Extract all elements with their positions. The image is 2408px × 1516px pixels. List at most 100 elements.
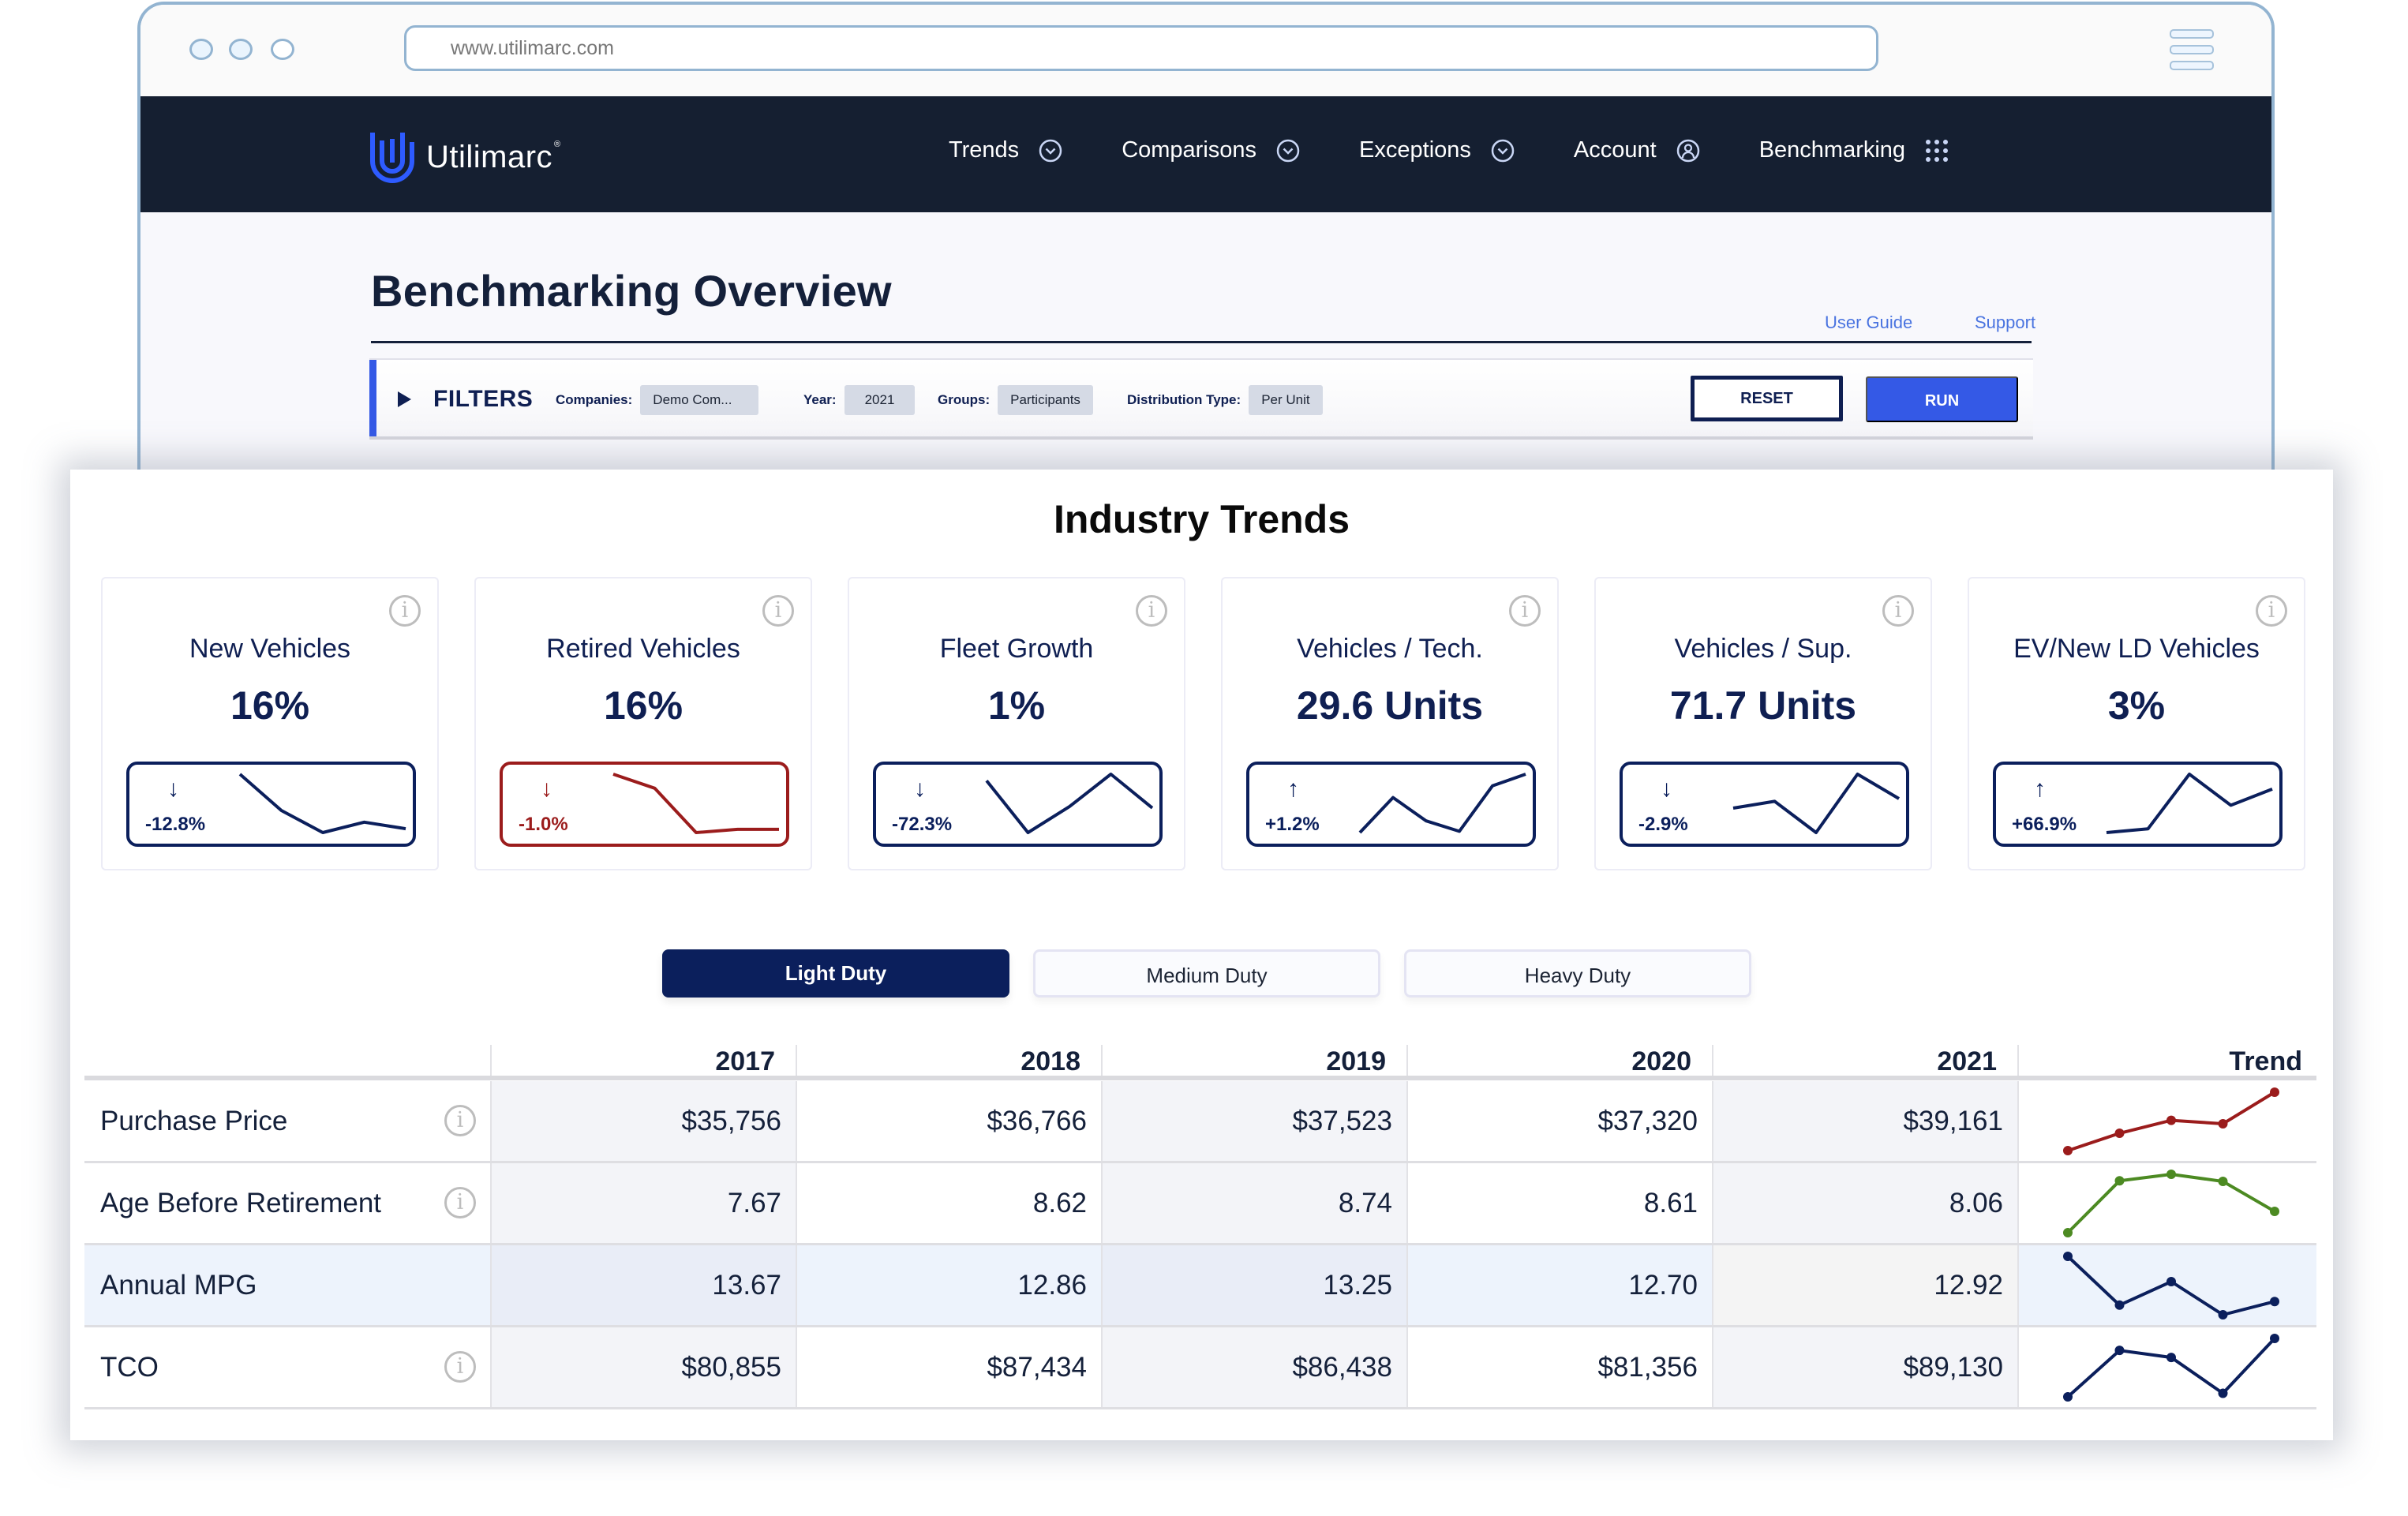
filters-label: FILTERS bbox=[433, 386, 534, 412]
trend-point-2018 bbox=[2114, 1300, 2125, 1310]
column-header[interactable]: 2018 bbox=[1020, 1046, 1080, 1077]
industry-trends-panel: Industry Trends i New Vehicles 16% ↓ -12… bbox=[70, 470, 2333, 1440]
kpi-card-value: 1% bbox=[987, 683, 1046, 728]
table-cell-2017: 7.67 bbox=[490, 1163, 796, 1243]
trend-point-2021 bbox=[2270, 1297, 2279, 1307]
column-header[interactable]: 2017 bbox=[715, 1046, 775, 1077]
column-header[interactable]: Trend bbox=[2229, 1046, 2302, 1077]
filter-year: Year: 2021 bbox=[803, 385, 916, 415]
trend-cell bbox=[2017, 1245, 2323, 1325]
info-icon[interactable]: i bbox=[444, 1351, 476, 1383]
nav-item-comparisons[interactable]: Comparisons bbox=[1122, 137, 1301, 163]
support-link[interactable]: Support bbox=[1975, 313, 2035, 333]
kpi-sparkline-path bbox=[238, 773, 406, 834]
grid-dots-icon bbox=[1926, 139, 1949, 162]
duty-tab-heavy-duty[interactable]: Heavy Duty bbox=[1404, 949, 1751, 998]
table-row[interactable]: TCO i $80,855 $87,434 $86,438 $81,356 $89,130 bbox=[84, 1327, 2316, 1409]
column-divider bbox=[2017, 1045, 2019, 1080]
filter-distribution-type: Distribution Type: Per Unit bbox=[1127, 385, 1323, 415]
table-cell-2018: 12.86 bbox=[796, 1245, 1101, 1325]
table-cell-2018: 8.62 bbox=[796, 1163, 1101, 1243]
arrow-up-icon: ↑ bbox=[1287, 776, 1299, 802]
trend-point-2017 bbox=[2063, 1228, 2073, 1237]
table-cell-2020: $37,320 bbox=[1406, 1081, 1712, 1161]
kpi-card-value: 29.6 Units bbox=[1296, 683, 1484, 728]
kpi-card-title: Vehicles / Sup. bbox=[1674, 634, 1852, 664]
table-cell-2020: 8.61 bbox=[1406, 1163, 1712, 1243]
column-divider bbox=[490, 1045, 492, 1080]
chevron-circle-down-icon bbox=[1491, 139, 1515, 162]
info-icon[interactable]: i bbox=[1136, 595, 1167, 627]
user-guide-link[interactable]: User Guide bbox=[1825, 313, 1912, 333]
kpi-delta: -12.8% bbox=[145, 814, 206, 835]
column-header[interactable]: 2021 bbox=[1937, 1046, 1997, 1077]
arrow-down-icon: ↓ bbox=[541, 776, 552, 802]
trend-point-2020 bbox=[2218, 1176, 2228, 1186]
year-chip[interactable]: 2021 bbox=[844, 385, 916, 415]
kpi-trend-box: ↑ +66.9% bbox=[1993, 762, 2283, 847]
duty-tab-light-duty[interactable]: Light Duty bbox=[662, 949, 1009, 998]
chevron-circle-down-icon bbox=[1039, 139, 1062, 162]
trend-cell bbox=[2017, 1327, 2323, 1407]
groups-chip[interactable]: Participants bbox=[998, 385, 1093, 415]
table-row[interactable]: Annual MPG 13.67 12.86 13.25 12.70 12.92 bbox=[84, 1245, 2316, 1327]
table-cell-2017: $35,756 bbox=[490, 1081, 796, 1161]
column-divider bbox=[1712, 1045, 1713, 1080]
info-icon[interactable]: i bbox=[1882, 595, 1914, 627]
brand-logo[interactable]: Utilimarc ® bbox=[369, 131, 560, 183]
table-row[interactable]: Purchase Price i $35,756 $36,766 $37,523 $37,… bbox=[84, 1081, 2316, 1163]
row-label-cell: Age Before Retirement i bbox=[84, 1163, 490, 1243]
nav-item-trends[interactable]: Trends bbox=[949, 137, 1063, 163]
filter-bar-accent bbox=[369, 360, 376, 436]
filter-label: Year: bbox=[803, 392, 837, 407]
filters-toggle[interactable]: FILTERS bbox=[398, 386, 533, 413]
browser-menu-icon[interactable] bbox=[2170, 29, 2214, 77]
filter-groups: Groups: Participants bbox=[938, 385, 1093, 415]
row-trend-sparkline bbox=[2063, 1170, 2279, 1237]
kpi-sparkline bbox=[1732, 773, 1901, 834]
trend-point-2018 bbox=[2114, 1346, 2125, 1356]
kpi-card: i Vehicles / Sup. 71.7 Units ↓ -2.9% bbox=[1594, 577, 1932, 870]
row-label: Age Before Retirement bbox=[100, 1188, 382, 1218]
row-label-cell: Purchase Price i bbox=[84, 1081, 490, 1161]
expand-triangle-icon bbox=[398, 391, 411, 407]
table-cell-2021: 8.06 bbox=[1712, 1163, 2017, 1243]
nav-item-benchmarking[interactable]: Benchmarking bbox=[1759, 137, 1949, 163]
info-icon[interactable]: i bbox=[389, 595, 421, 627]
distribution-chip[interactable]: Per Unit bbox=[1249, 385, 1323, 415]
info-icon[interactable]: i bbox=[444, 1187, 476, 1218]
row-trend-sparkline bbox=[2063, 1252, 2279, 1319]
address-bar[interactable]: www.utilimarc.com bbox=[404, 25, 1878, 71]
column-header[interactable]: 2020 bbox=[1631, 1046, 1691, 1077]
trend-point-2017 bbox=[2063, 1392, 2073, 1402]
nav-item-exceptions[interactable]: Exceptions bbox=[1359, 137, 1515, 163]
window-dot-minimize[interactable] bbox=[229, 39, 253, 60]
info-icon[interactable]: i bbox=[762, 595, 794, 627]
kpi-delta: -72.3% bbox=[892, 814, 953, 835]
trend-point-2017 bbox=[2063, 1146, 2073, 1155]
kpi-card-title: EV/New LD Vehicles bbox=[2013, 634, 2260, 664]
info-icon[interactable]: i bbox=[1509, 595, 1541, 627]
kpi-card: i Retired Vehicles 16% ↓ -1.0% bbox=[474, 577, 812, 870]
row-label-cell: Annual MPG bbox=[84, 1245, 490, 1325]
kpi-sparkline bbox=[985, 773, 1154, 834]
window-dot-maximize[interactable] bbox=[271, 39, 294, 60]
companies-chip[interactable]: Demo Com... bbox=[640, 385, 759, 415]
kpi-delta: -1.0% bbox=[519, 814, 568, 835]
reset-button[interactable]: RESET bbox=[1691, 376, 1843, 421]
table-cell-2020: $81,356 bbox=[1406, 1327, 1712, 1407]
row-label-cell: TCO i bbox=[84, 1327, 490, 1407]
column-header[interactable]: 2019 bbox=[1326, 1046, 1386, 1077]
duty-tab-medium-duty[interactable]: Medium Duty bbox=[1033, 949, 1380, 998]
kpi-card: i Fleet Growth 1% ↓ -72.3% bbox=[848, 577, 1185, 870]
table-cell-2019: $37,523 bbox=[1101, 1081, 1406, 1161]
nav-item-account[interactable]: Account bbox=[1574, 137, 1701, 163]
run-button[interactable]: RUN bbox=[1866, 376, 2018, 422]
table-row[interactable]: Age Before Retirement i 7.67 8.62 8.74 8.61 8.… bbox=[84, 1163, 2316, 1245]
kpi-delta: -2.9% bbox=[1638, 814, 1688, 835]
info-icon[interactable]: i bbox=[2256, 595, 2287, 627]
trend-point-2021 bbox=[2270, 1087, 2279, 1097]
page-title: Benchmarking Overview bbox=[371, 266, 892, 316]
info-icon[interactable]: i bbox=[444, 1105, 476, 1136]
window-dot-close[interactable] bbox=[189, 39, 213, 60]
